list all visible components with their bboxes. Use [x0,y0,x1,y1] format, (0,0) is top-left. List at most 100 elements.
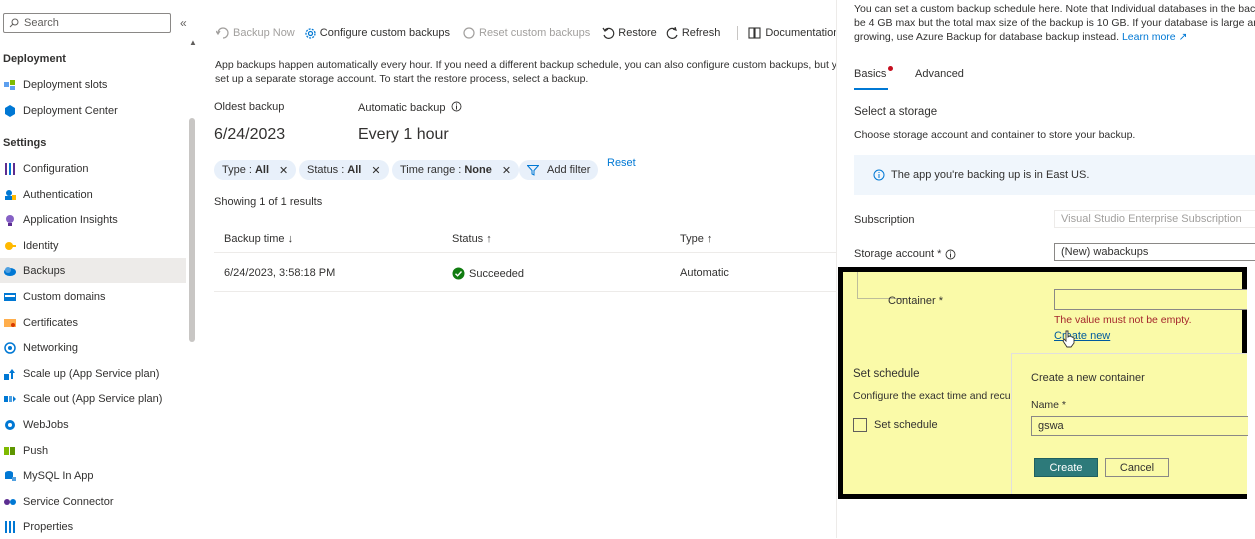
reset-custom-label: Reset custom backups [479,27,591,39]
create-button[interactable]: Create [1034,458,1098,477]
add-filter-button[interactable]: Add filter [519,160,599,180]
filter-pill-type[interactable]: Type : All ✕ [214,160,297,180]
column-header-backup-time[interactable]: Backup time ↓ [224,233,293,245]
sidebar-item-authentication[interactable]: Authentication [0,182,186,207]
header-divider [214,252,836,253]
custom-domains-icon [4,291,16,303]
info-icon[interactable] [945,249,956,260]
menu-search-input[interactable]: Search [3,13,171,33]
cell-backup-time[interactable]: 6/24/2023, 3:58:18 PM [224,267,335,279]
sidebar-item-service-connector[interactable]: Service Connector [0,489,186,514]
sidebar-item-webjobs[interactable]: WebJobs [0,412,186,437]
sidebar-item-label: MySQL In App [23,469,94,482]
sidebar-item-mysql[interactable]: MySQL In App [0,463,186,488]
menu-scrollbar[interactable] [189,118,195,342]
webjobs-icon [4,419,16,431]
collapse-menu-button[interactable]: « [180,16,187,30]
sidebar-item-identity[interactable]: Identity [0,233,186,258]
restore-button[interactable]: Restore [602,27,657,39]
oldest-backup-value: 6/24/2023 [214,126,286,143]
row-divider [214,291,836,292]
sidebar-item-configuration[interactable]: Configuration [0,156,186,181]
deployment-slots-icon [4,79,16,91]
refresh-icon [666,26,678,39]
sidebar-item-certificates[interactable]: Certificates [0,310,186,335]
sidebar-item-scale-out[interactable]: Scale out (App Service plan) [0,386,186,411]
sidebar-item-label: Deployment Center [23,104,118,117]
tab-advanced[interactable]: Advanced [915,68,964,80]
sidebar-item-label: Certificates [23,316,79,329]
status-text: Succeeded [469,267,525,280]
set-schedule-checkbox[interactable] [853,418,867,432]
close-icon[interactable]: ✕ [371,164,380,177]
set-schedule-heading: Set schedule [853,368,920,380]
filter-value: All [347,164,362,176]
automatic-backup-value: Every 1 hour [358,126,449,143]
sidebar-item-scale-up[interactable]: Scale up (App Service plan) [0,361,186,386]
tab-basics[interactable]: Basics [854,66,894,80]
sidebar-item-label: WebJobs [23,418,69,431]
name-label: Name * [1031,399,1067,411]
backups-icon [4,265,16,277]
close-icon[interactable]: ✕ [502,164,511,177]
external-link-icon: ↗ [1178,31,1188,43]
authentication-icon [4,189,16,201]
container-name-input[interactable]: gswa [1031,416,1248,436]
section-deployment: Deployment [3,53,66,65]
refresh-button[interactable]: Refresh [666,26,720,40]
filter-pill-status[interactable]: Status : All ✕ [299,160,389,180]
subscription-value: Visual Studio Enterprise Subscription [1061,213,1242,225]
command-bar: Backup Now Configure custom backups Rese… [216,24,848,42]
configuration-icon [4,162,16,175]
sidebar-item-label: Networking [23,341,79,354]
automatic-backup-label: Automatic backup [358,101,462,114]
learn-more-label: Learn more [1121,31,1176,43]
storage-account-value: (New) wabackups [1061,246,1149,258]
active-tab-indicator [854,88,888,90]
learn-more-link[interactable]: Learn more ↗ [1122,31,1187,43]
create-container-callout: Create a new container Name * gswa Creat… [1011,353,1248,494]
subscription-label: Subscription [854,214,915,226]
app-insights-icon [4,214,16,226]
mysql-icon [4,470,16,482]
sidebar-item-custom-domains[interactable]: Custom domains [0,284,186,309]
storage-account-dropdown[interactable]: (New) wabackups [1054,243,1255,261]
sidebar-item-app-insights[interactable]: Application Insights [0,207,186,232]
close-icon[interactable]: ✕ [279,164,288,177]
desc-line: growing, use Azure Backup for database b… [854,31,1120,43]
backup-icon [216,27,229,39]
sidebar-item-push[interactable]: Push [0,438,186,463]
tab-basics-label: Basics [854,68,887,80]
sidebar-item-label: Properties [23,520,74,533]
info-icon[interactable] [451,101,462,112]
sidebar-item-properties[interactable]: Properties [0,514,186,539]
cell-type: Automatic [680,267,729,279]
sidebar-item-backups[interactable]: Backups [0,258,186,283]
container-input[interactable] [1054,289,1247,310]
properties-icon [4,520,16,533]
sidebar-item-label: Configuration [23,162,89,175]
documentation-button[interactable]: Documentation [748,27,839,39]
reset-filters-link[interactable]: Reset [607,157,636,169]
filter-value: All [254,164,270,176]
backup-now-button[interactable]: Backup Now [216,27,295,39]
sidebar-item-label: Identity [23,239,59,252]
deployment-center-icon [4,104,16,117]
reset-custom-backups-button[interactable]: Reset custom backups [462,27,590,39]
cancel-button[interactable]: Cancel [1105,458,1169,477]
select-storage-description: Choose storage account and container to … [854,129,1136,141]
sidebar-item-label: Push [23,444,49,457]
filter-pill-time-range[interactable]: Time range : None ✕ [392,160,520,180]
sidebar-item-label: Service Connector [23,495,114,508]
sidebar-item-deployment-center[interactable]: Deployment Center [0,98,186,123]
region-info-banner: The app you're backing up is in East US. [854,155,1255,195]
set-schedule-checkbox-label: Set schedule [874,419,938,431]
resource-menu: Search « ▲ Deployment Deployment slots D… [0,0,200,538]
column-header-status[interactable]: Status ↑ [452,233,492,245]
sidebar-item-deployment-slots[interactable]: Deployment slots [0,72,186,97]
configure-custom-backups-button[interactable]: Configure custom backups [304,27,450,40]
highlight-annotation: Container * The value must not be empty.… [838,267,1248,499]
sidebar-item-networking[interactable]: Networking [0,335,186,360]
column-header-type[interactable]: Type ↑ [680,233,712,245]
scroll-up-arrow-icon[interactable]: ▲ [189,38,197,47]
